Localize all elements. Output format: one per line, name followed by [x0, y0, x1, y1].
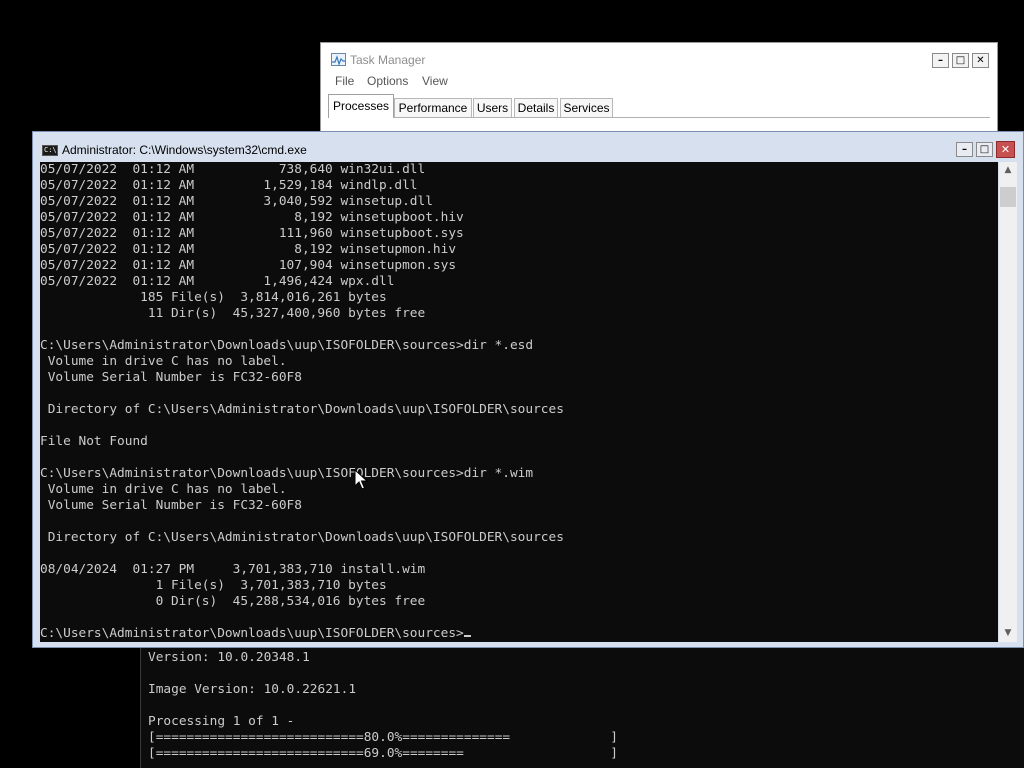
- cmd-output-line: 1 File(s) 3,701,383,710 bytes: [40, 578, 387, 593]
- menu-file[interactable]: File: [335, 74, 354, 88]
- cmd-title: Administrator: C:\Windows\system32\cmd.e…: [62, 143, 307, 157]
- cmd-output-line: 185 File(s) 3,814,016,261 bytes: [40, 290, 387, 305]
- task-manager-maximize-button[interactable]: □: [952, 53, 969, 68]
- menu-view[interactable]: View: [422, 74, 448, 88]
- cmd-output-line: File Not Found: [40, 434, 148, 449]
- task-manager-titlebar[interactable]: Task Manager – □ ✕: [321, 43, 997, 73]
- cmd-output-line: 05/07/2022 01:12 AM 8,192 winsetupboot.h…: [40, 210, 464, 225]
- cmd-output-line: 0 Dir(s) 45,288,534,016 bytes free: [40, 594, 426, 609]
- cmd-output: 05/07/2022 01:12 AM 738,640 win32ui.dll …: [40, 162, 564, 642]
- cmd-output-line: 05/07/2022 01:12 AM 738,640 win32ui.dll: [40, 162, 426, 177]
- background-console-window[interactable]: Version: 10.0.20348.1 Image Version: 10.…: [140, 640, 1024, 768]
- task-manager-close-button[interactable]: ✕: [972, 53, 989, 68]
- scroll-down-arrow-icon[interactable]: ▼: [999, 625, 1017, 642]
- cmd-maximize-button[interactable]: □: [976, 142, 993, 157]
- cmd-prompt[interactable]: C:\Users\Administrator\Downloads\uup\ISO…: [40, 626, 464, 641]
- cmd-console-area[interactable]: 05/07/2022 01:12 AM 738,640 win32ui.dll …: [40, 162, 998, 642]
- background-console-line: [===========================69.0%=======…: [148, 746, 618, 761]
- background-console-output: Version: 10.0.20348.1 Image Version: 10.…: [148, 650, 618, 762]
- menu-options[interactable]: Options: [367, 74, 408, 88]
- cmd-output-line: 05/07/2022 01:12 AM 8,192 winsetupmon.hi…: [40, 242, 457, 257]
- cmd-close-button[interactable]: ✕: [996, 141, 1015, 158]
- cmd-output-line: Directory of C:\Users\Administrator\Down…: [40, 530, 564, 545]
- cmd-window[interactable]: C:\ Administrator: C:\Windows\system32\c…: [32, 131, 1024, 648]
- tab-processes[interactable]: Processes: [328, 94, 394, 118]
- tab-details[interactable]: Details: [514, 98, 558, 117]
- background-console-line: Version: 10.0.20348.1: [148, 650, 310, 665]
- cmd-output-line: Volume Serial Number is FC32-60F8: [40, 370, 302, 385]
- tab-divider: [328, 117, 990, 118]
- background-console-line: Processing 1 of 1 -: [148, 714, 295, 729]
- task-manager-title: Task Manager: [350, 53, 426, 67]
- cmd-titlebar[interactable]: C:\ Administrator: C:\Windows\system32\c…: [33, 132, 1023, 162]
- cmd-output-line: Volume Serial Number is FC32-60F8: [40, 498, 302, 513]
- task-manager-icon: [331, 53, 346, 66]
- cmd-output-line: 05/07/2022 01:12 AM 111,960 winsetupboot…: [40, 226, 464, 241]
- cmd-scrollbar[interactable]: ▲ ▼: [999, 162, 1017, 642]
- cmd-output-line: Volume in drive C has no label.: [40, 482, 287, 497]
- cmd-output-line: 05/07/2022 01:12 AM 1,496,424 wpx.dll: [40, 274, 395, 289]
- background-console-line: Image Version: 10.0.22621.1: [148, 682, 357, 697]
- text-cursor: [463, 635, 471, 637]
- tab-services[interactable]: Services: [560, 98, 613, 117]
- tab-users[interactable]: Users: [473, 98, 512, 117]
- cmd-minimize-button[interactable]: –: [956, 142, 973, 157]
- task-manager-minimize-button[interactable]: –: [932, 53, 949, 68]
- cmd-icon: C:\: [42, 145, 58, 156]
- cmd-output-line: Volume in drive C has no label.: [40, 354, 287, 369]
- cmd-output-line: 11 Dir(s) 45,327,400,960 bytes free: [40, 306, 426, 321]
- cmd-output-line: C:\Users\Administrator\Downloads\uup\ISO…: [40, 338, 534, 353]
- cmd-output-line: Directory of C:\Users\Administrator\Down…: [40, 402, 564, 417]
- cmd-output-line: 05/07/2022 01:12 AM 3,040,592 winsetup.d…: [40, 194, 433, 209]
- cmd-output-line: 08/04/2024 01:27 PM 3,701,383,710 instal…: [40, 562, 426, 577]
- scroll-up-arrow-icon[interactable]: ▲: [999, 162, 1017, 179]
- tab-performance[interactable]: Performance: [394, 98, 472, 117]
- background-console-line: [===========================80.0%=======…: [148, 730, 618, 745]
- scrollbar-thumb[interactable]: [1000, 187, 1016, 207]
- mouse-pointer-icon: [354, 469, 368, 490]
- cmd-output-line: 05/07/2022 01:12 AM 107,904 winsetupmon.…: [40, 258, 457, 273]
- cmd-output-line: C:\Users\Administrator\Downloads\uup\ISO…: [40, 466, 534, 481]
- cmd-output-line: 05/07/2022 01:12 AM 1,529,184 windlp.dll: [40, 178, 418, 193]
